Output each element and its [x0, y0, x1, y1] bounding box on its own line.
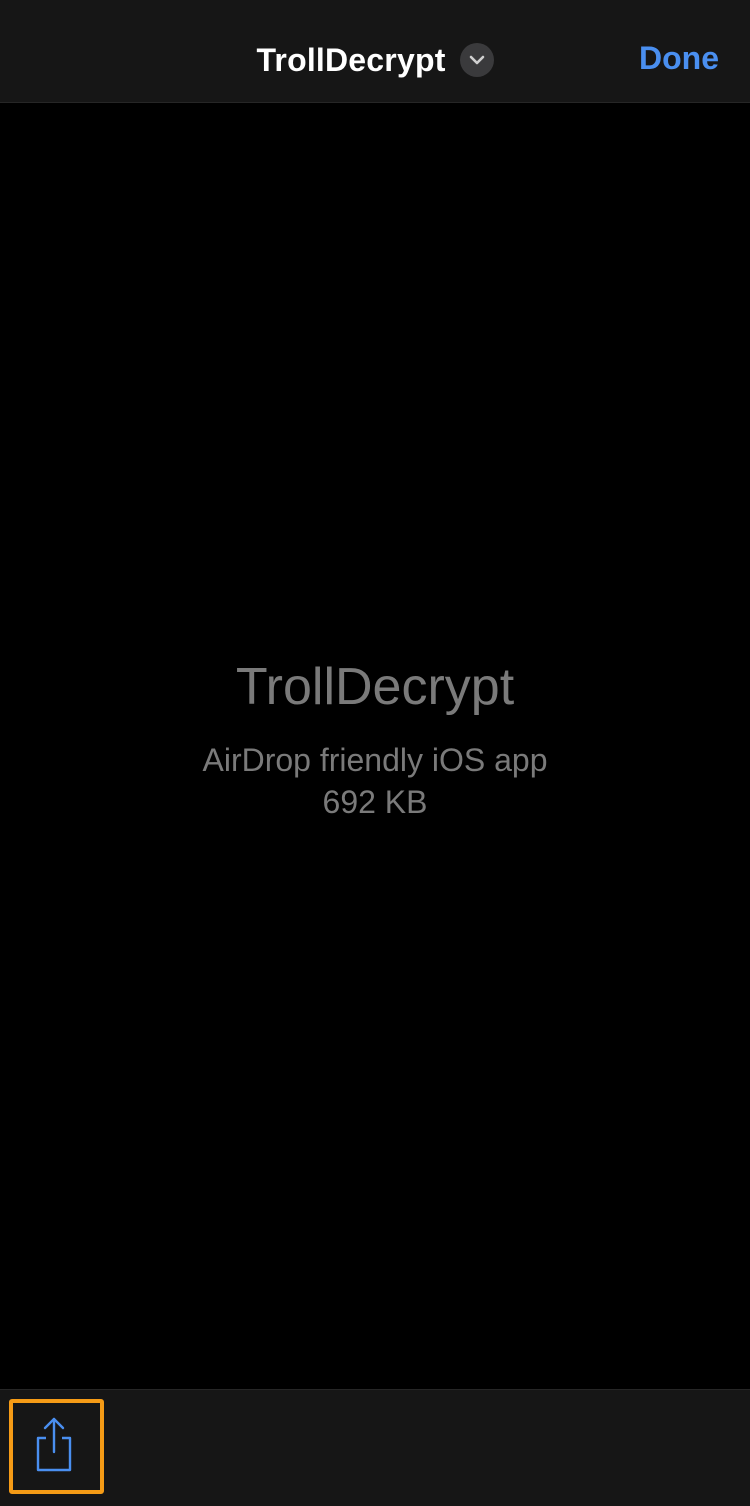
file-kind: AirDrop friendly iOS app: [202, 742, 548, 778]
navigation-bar: TrollDecrypt Done: [0, 0, 750, 103]
nav-title[interactable]: TrollDecrypt: [256, 42, 445, 79]
file-size: 692 KB: [322, 784, 428, 820]
share-button[interactable]: [29, 1414, 79, 1474]
done-button[interactable]: Done: [639, 40, 719, 77]
file-preview: TrollDecrypt AirDrop friendly iOS app 69…: [0, 104, 750, 1389]
quick-look-screen: TrollDecrypt Done TrollDecrypt AirDrop f…: [0, 0, 750, 1506]
chevron-down-icon[interactable]: [459, 43, 494, 77]
share-icon: [36, 1417, 72, 1472]
bottom-toolbar: [0, 1389, 750, 1506]
title-menu[interactable]: TrollDecrypt: [0, 36, 750, 84]
file-name: TrollDecrypt: [235, 658, 515, 716]
